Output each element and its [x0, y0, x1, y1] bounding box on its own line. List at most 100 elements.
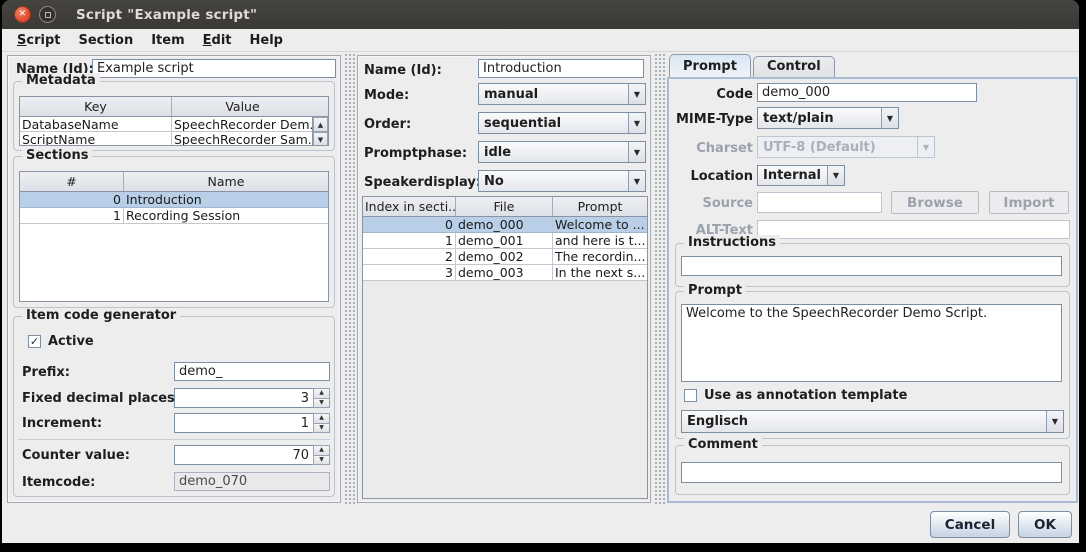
charset-value: UTF-8 (Default)	[758, 140, 917, 155]
code-input[interactable]	[757, 83, 977, 102]
section-row[interactable]: 1 Recording Session	[20, 208, 328, 224]
spinner-up-icon: ▲	[319, 390, 324, 396]
sections-table-header: # Name	[20, 172, 328, 192]
item-row[interactable]: 3 demo_003 In the next s...	[363, 265, 647, 281]
items-table[interactable]: Index in secti... File Prompt 0 demo_000…	[362, 196, 648, 499]
order-label: Order:	[364, 117, 411, 132]
spinner-up-button[interactable]: ▲	[313, 413, 330, 424]
counter-value-spinner[interactable]: ▲ ▼	[174, 445, 330, 465]
item-code-generator-group: Item code generator ✓ Active Prefix: Fix…	[13, 316, 335, 497]
language-select[interactable]: Englisch ▼	[681, 410, 1064, 433]
speakerdisplay-value: No	[479, 174, 628, 189]
prompt-textarea[interactable]: Welcome to the SpeechRecorder Demo Scrip…	[681, 304, 1062, 382]
scroll-up-button[interactable]: ▲	[313, 117, 328, 132]
menu-script[interactable]: Script	[8, 31, 69, 50]
spinner-up-button[interactable]: ▲	[313, 388, 330, 399]
item-row[interactable]: 1 demo_001 and here is t...	[363, 233, 647, 249]
splitter-handle[interactable]	[344, 53, 356, 505]
prompt-tab-content: Code MIME-Type text/plain ▼ Charset UTF-…	[667, 77, 1078, 503]
menu-edit[interactable]: Edit	[194, 31, 241, 50]
item-file-cell: demo_003	[456, 265, 553, 280]
item-index-cell: 3	[363, 265, 456, 280]
promptphase-label: Promptphase:	[364, 146, 467, 161]
table-row[interactable]: DatabaseName SpeechRecorder Dem...	[20, 117, 328, 132]
comment-group: Comment	[675, 445, 1070, 495]
check-icon: ✓	[30, 336, 39, 347]
order-select[interactable]: sequential ▼	[478, 112, 646, 134]
source-input	[757, 192, 882, 213]
increment-spinner[interactable]: ▲ ▼	[174, 413, 330, 433]
mime-type-select[interactable]: text/plain ▼	[757, 107, 899, 129]
prompt-group-title: Prompt	[684, 283, 746, 298]
fixed-decimal-label: Fixed decimal places:	[22, 391, 180, 406]
ok-button[interactable]: OK	[1018, 511, 1072, 538]
item-index-cell: 1	[363, 233, 456, 248]
annotation-template-checkbox[interactable]	[684, 389, 697, 402]
tab-control[interactable]: Control	[753, 56, 835, 77]
metadata-scrollbar[interactable]: ▲ ▼	[312, 117, 328, 145]
speakerdisplay-select[interactable]: No ▼	[478, 170, 646, 192]
chevron-down-icon: ▼	[917, 137, 934, 157]
prompt-group: Prompt Welcome to the SpeechRecorder Dem…	[675, 291, 1070, 439]
menu-section[interactable]: Section	[69, 31, 142, 50]
active-checkbox[interactable]: ✓	[28, 335, 41, 348]
metadata-value-cell: SpeechRecorder Dem...	[172, 117, 313, 131]
prefix-label: Prefix:	[22, 365, 70, 380]
menu-help[interactable]: Help	[241, 31, 292, 50]
script-panel: Name (Id): Metadata Key Value DatabaseNa…	[7, 55, 341, 503]
comment-input[interactable]	[681, 462, 1062, 483]
item-index-cell: 2	[363, 249, 456, 264]
fixed-decimal-input[interactable]	[174, 388, 313, 408]
spinner-up-button[interactable]: ▲	[313, 445, 330, 456]
table-row[interactable]: ScriptName SpeechRecorder Sam...	[20, 132, 328, 146]
icg-group-title: Item code generator	[22, 308, 180, 323]
splitter-handle[interactable]	[654, 53, 666, 505]
spinner-down-icon: ▼	[319, 457, 324, 463]
cancel-button[interactable]: Cancel	[930, 511, 1010, 538]
sections-col-index: #	[20, 172, 124, 191]
main-content: Name (Id): Metadata Key Value DatabaseNa…	[2, 52, 1079, 543]
chevron-down-icon: ▼	[1046, 411, 1063, 432]
items-col-index: Index in secti...	[363, 197, 456, 216]
mode-select[interactable]: manual ▼	[478, 83, 646, 105]
menu-bar: Script Section Item Edit Help	[2, 29, 1079, 52]
maximize-button[interactable]	[39, 6, 56, 23]
prefix-input[interactable]	[174, 362, 330, 381]
metadata-key-cell: ScriptName	[20, 132, 172, 146]
instructions-input[interactable]	[681, 256, 1062, 276]
metadata-col-key: Key	[20, 97, 172, 116]
spinner-down-button[interactable]: ▼	[313, 399, 330, 409]
location-select[interactable]: Internal ▼	[757, 165, 845, 186]
item-prompt-cell: In the next s...	[553, 265, 647, 280]
item-row-selected[interactable]: 0 demo_000 Welcome to ...	[363, 217, 647, 233]
section-panel: Name (Id): Mode: manual ▼ Order: sequent…	[357, 55, 651, 503]
close-button[interactable]: ✕	[14, 6, 31, 23]
instructions-group: Instructions	[675, 243, 1070, 287]
section-name-input[interactable]	[478, 59, 644, 78]
item-prompt-cell: The recordin...	[553, 249, 647, 264]
tab-prompt[interactable]: Prompt	[669, 54, 751, 77]
scroll-down-button[interactable]: ▼	[313, 132, 328, 146]
active-label: Active	[48, 334, 94, 349]
spinner-up-icon: ▲	[319, 447, 324, 453]
item-row[interactable]: 2 demo_002 The recordin...	[363, 249, 647, 265]
menu-item[interactable]: Item	[142, 31, 193, 50]
promptphase-select[interactable]: idle ▼	[478, 141, 646, 163]
sections-group: Sections # Name 0 Introduction 1 Recordi…	[13, 156, 335, 308]
section-row-selected[interactable]: 0 Introduction	[20, 192, 328, 208]
metadata-key-cell: DatabaseName	[20, 117, 172, 131]
alt-text-input[interactable]	[757, 220, 1070, 239]
script-name-input[interactable]	[92, 59, 336, 78]
counter-value-input[interactable]	[174, 445, 313, 465]
metadata-table[interactable]: Key Value DatabaseName SpeechRecorder De…	[19, 96, 329, 146]
charset-label: Charset	[669, 141, 753, 156]
spinner-down-button[interactable]: ▼	[313, 424, 330, 434]
chevron-down-icon: ▼	[628, 113, 645, 133]
browse-button: Browse	[891, 191, 979, 214]
sections-table[interactable]: # Name 0 Introduction 1 Recording Sessio…	[19, 171, 329, 302]
language-value: Englisch	[682, 414, 1046, 429]
increment-input[interactable]	[174, 413, 313, 433]
fixed-decimal-spinner[interactable]: ▲ ▼	[174, 388, 330, 408]
section-index-cell: 1	[20, 208, 124, 223]
spinner-down-button[interactable]: ▼	[313, 456, 330, 466]
